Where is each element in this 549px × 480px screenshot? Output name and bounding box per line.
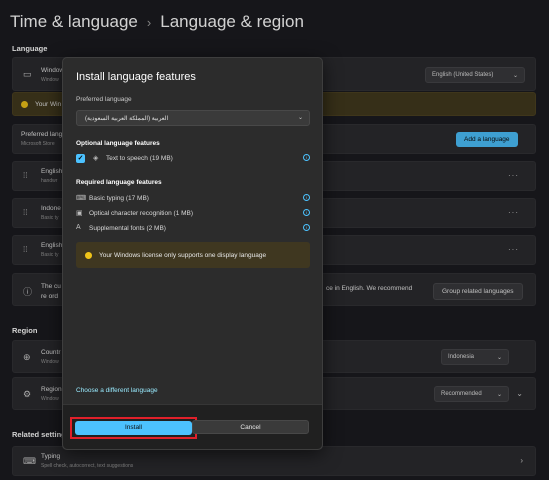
- text-to-speech-checkbox[interactable]: ✓: [76, 154, 85, 163]
- license-warning-banner: Your Windows license only supports one d…: [76, 242, 310, 268]
- chevron-down-icon: ⌄: [297, 115, 303, 121]
- preferred-language-label: Preferred language: [76, 96, 132, 103]
- info-icon[interactable]: i: [303, 154, 310, 161]
- preferred-language-select[interactable]: العربية (المملكة العربية السعودية) ⌄: [76, 110, 310, 126]
- speech-icon: ◈: [93, 155, 99, 162]
- supplemental-fonts-feature: A Supplemental fonts (2 MB) i: [76, 224, 310, 236]
- dialog-title: Install language features: [76, 71, 196, 83]
- warning-icon: [85, 251, 92, 259]
- scan-icon: ▣: [76, 210, 83, 217]
- selected-language-value: العربية (المملكة العربية السعودية): [85, 116, 169, 122]
- feature-label: Basic typing (17 MB): [89, 195, 149, 202]
- info-icon[interactable]: i: [303, 194, 310, 201]
- font-icon: A: [76, 224, 81, 231]
- feature-label: Optical character recognition (1 MB): [89, 210, 194, 217]
- license-warning-message: Your Windows license only supports one d…: [99, 251, 267, 259]
- cancel-button[interactable]: Cancel: [192, 420, 309, 434]
- basic-typing-feature: ⌨ Basic typing (17 MB) i: [76, 194, 310, 206]
- feature-label: Text to speech (19 MB): [106, 155, 173, 162]
- install-language-features-dialog: Install language features Preferred lang…: [62, 57, 323, 450]
- feature-label: Supplemental fonts (2 MB): [89, 225, 166, 232]
- text-to-speech-feature[interactable]: ✓ ◈ Text to speech (19 MB) i: [76, 154, 310, 166]
- optional-features-heading: Optional language features: [76, 140, 160, 147]
- required-features-heading: Required language features: [76, 179, 162, 186]
- choose-different-language-link[interactable]: Choose a different language: [76, 387, 158, 394]
- info-icon[interactable]: i: [303, 224, 310, 231]
- dialog-footer: Install Cancel: [63, 404, 322, 449]
- keyboard-icon: ⌨: [76, 195, 87, 202]
- info-icon[interactable]: i: [303, 209, 310, 216]
- install-button-highlight: Install: [70, 417, 197, 439]
- install-button[interactable]: Install: [75, 421, 192, 435]
- ocr-feature: ▣ Optical character recognition (1 MB) i: [76, 209, 310, 221]
